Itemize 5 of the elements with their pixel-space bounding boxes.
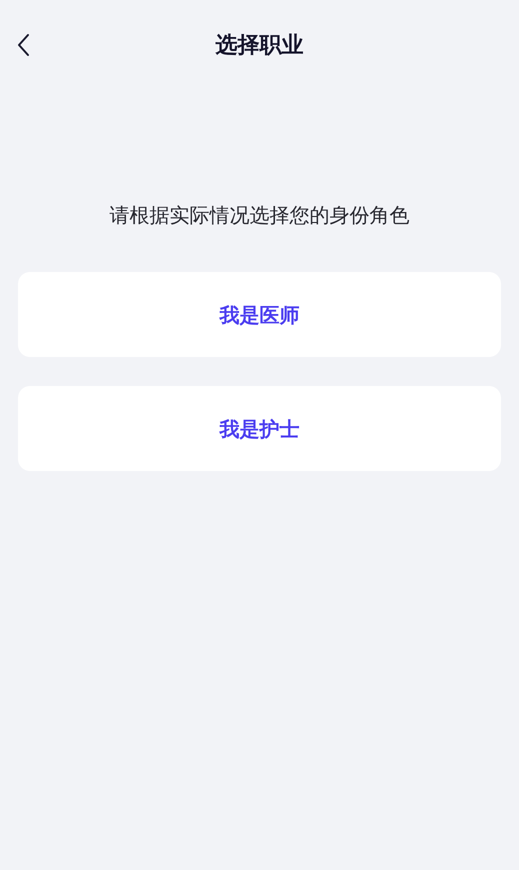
back-icon[interactable] [16, 33, 32, 57]
role-option-button[interactable]: 我是护士 [18, 386, 501, 471]
role-option-button[interactable]: 我是医师 [18, 272, 501, 357]
instruction-text: 请根据实际情况选择您的身份角色 [110, 202, 410, 229]
page-title: 选择职业 [216, 32, 304, 60]
